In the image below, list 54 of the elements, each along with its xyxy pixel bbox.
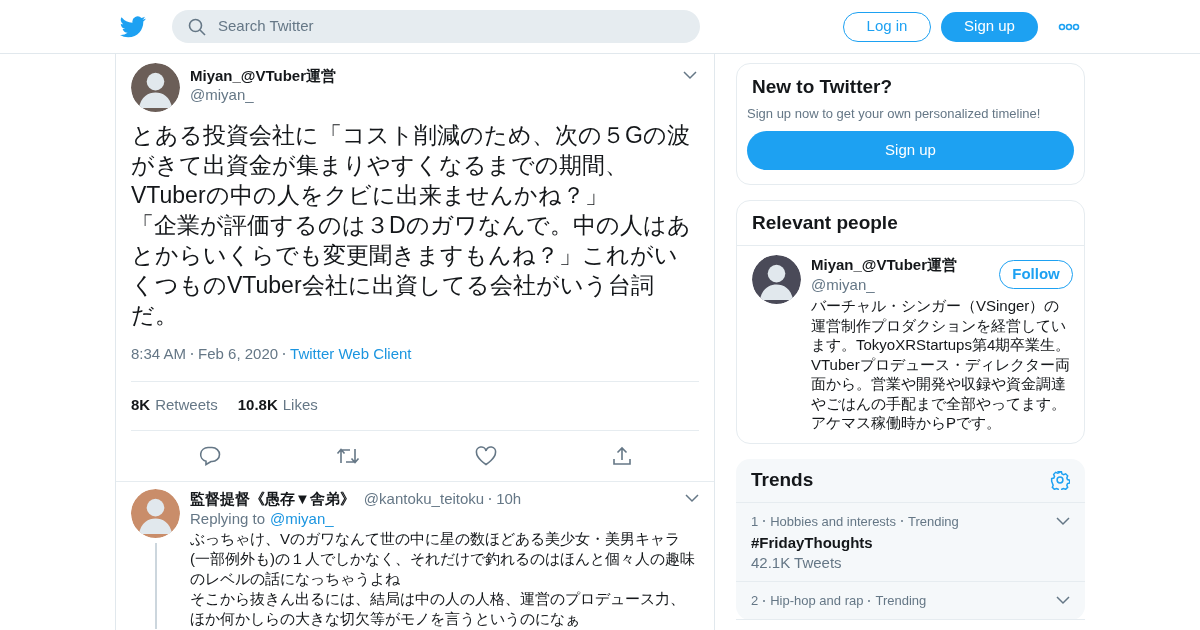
author-handle[interactable]: @kantoku_teitoku bbox=[363, 488, 485, 509]
chevron-down-icon[interactable] bbox=[685, 494, 699, 503]
retweet-icon[interactable] bbox=[335, 446, 360, 465]
trend-status: Trending bbox=[875, 592, 927, 610]
person-handle[interactable]: @miyan_ bbox=[811, 275, 958, 295]
mention-link[interactable]: @miyan_ bbox=[270, 508, 334, 529]
reply-age[interactable]: 10h bbox=[496, 488, 522, 509]
card-title: Trends bbox=[751, 467, 814, 492]
stat-count: 10.8K bbox=[237, 395, 278, 416]
search-icon bbox=[188, 17, 206, 36]
tweet-time: 8:34 AM bbox=[131, 344, 187, 364]
replying-label: Replying to bbox=[190, 508, 266, 529]
tweet-date: Feb 6, 2020 bbox=[198, 344, 279, 364]
bird-logo-icon[interactable] bbox=[120, 15, 146, 38]
more-icon[interactable] bbox=[1058, 22, 1080, 31]
avatar bbox=[752, 255, 801, 304]
trend-rank: 1 bbox=[751, 512, 759, 531]
person-bio: バーチャル・シンガー（VSinger）の運営制作プロダクションを経営しています。TokyoXRStartups第4期卒業生。VTuberプロデュース・ディレクター両面から。営業や開発や収録や資金調達やごはんの手配まで全部やってます。アケマス稼働時からPです。 bbox=[811, 296, 1072, 433]
trend-category: Hip-hop and rap bbox=[770, 592, 864, 610]
chevron-down-icon[interactable] bbox=[1056, 516, 1070, 526]
settings-icon[interactable] bbox=[1050, 470, 1070, 490]
person-name[interactable]: Miyan_@VTuber運営 bbox=[811, 255, 958, 275]
avatar bbox=[131, 488, 180, 538]
search-field[interactable]: Search Twitter bbox=[172, 10, 700, 43]
card-subtitle: Sign up now to get your own personalized timeline! bbox=[747, 105, 1042, 123]
chevron-down-icon[interactable] bbox=[1056, 596, 1070, 606]
avatar bbox=[131, 63, 180, 112]
tweet-text: 「企業が評価するのは３Dのガワなんで。中の人はあとからいくらでも変更聞きますもんね？」これがいくつものVTuber会社に出資してる会社がいう台詞だ。 bbox=[131, 211, 691, 330]
card-title: New to Twitter? bbox=[751, 75, 894, 99]
trend-status: Trending bbox=[908, 512, 959, 531]
heart-icon[interactable] bbox=[474, 445, 497, 466]
trend-rank: 2 bbox=[751, 592, 759, 610]
card-title: Relevant people bbox=[737, 201, 1084, 246]
trend-count: 42.1K Tweets bbox=[751, 553, 843, 573]
sign-up-button[interactable]: Sign up bbox=[941, 11, 1038, 42]
trend-item[interactable]: 1 Hobbies and interests Trending #FridayThoughts 42.1K Tweets bbox=[736, 502, 1085, 582]
author-name[interactable]: Miyan_@VTuber運営 bbox=[190, 67, 673, 85]
trend-category: Hobbies and interests bbox=[770, 512, 896, 531]
share-icon[interactable] bbox=[611, 445, 632, 466]
reply-text: そこから抜きん出るには、結局は中の人の人格、運営のプロデュース力、ほか何かしらの大きな切欠等がモノを言うというのになぁ bbox=[190, 588, 686, 629]
source-link[interactable]: Twitter Web Client bbox=[290, 343, 412, 366]
stat-label[interactable]: Likes bbox=[282, 394, 318, 417]
trend-name: #FridayThoughts bbox=[751, 533, 874, 553]
search-input[interactable]: Search Twitter bbox=[218, 15, 684, 38]
sign-up-button[interactable]: Sign up bbox=[747, 131, 1074, 170]
author-name[interactable]: 監督提督《愚存▼舎弟》 bbox=[190, 488, 355, 509]
chevron-down-icon[interactable] bbox=[683, 71, 697, 80]
comment-icon[interactable] bbox=[198, 445, 221, 466]
stat-label[interactable]: Retweets bbox=[155, 394, 218, 417]
stat-count: 8K bbox=[131, 395, 151, 416]
reply-text: ぶっちゃけ、Vのガワなんて世の中に星の数ほどある美少女・美男キャラ(一部例外も)の１人でしかなく、それだけで釣れるのはほんと個々人の趣味のレベルの話になっちゃうよね bbox=[190, 528, 695, 589]
trend-item[interactable]: 2 Hip-hop and rap Trending bbox=[736, 582, 1085, 620]
author-handle[interactable]: @miyan_ bbox=[190, 85, 673, 105]
tweet-text: とある投資会社に「コスト削減のため、次の５Gの波がきて出資金が集まりやすくなるまでの期間、VTuberの中の人をクビに出来ませんかね？」 bbox=[131, 121, 691, 210]
